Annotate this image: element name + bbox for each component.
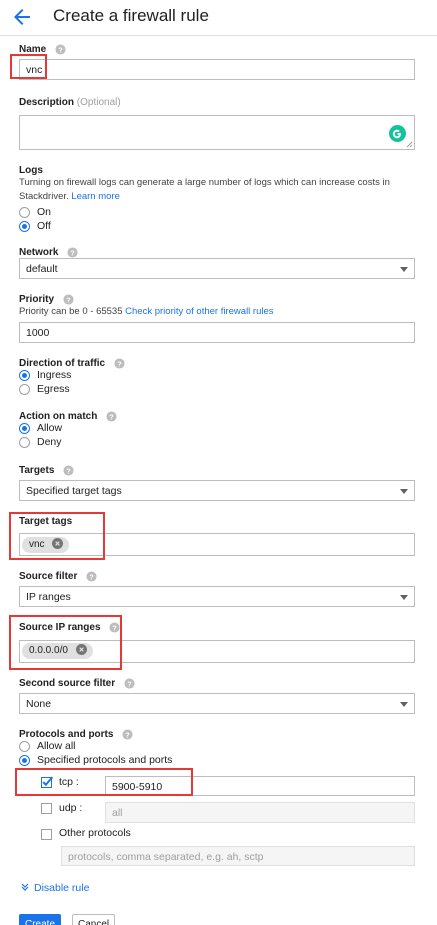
source-filter-label-text: Source filter	[19, 571, 78, 583]
resize-handle-icon[interactable]	[406, 141, 413, 148]
priority-label: Priority ?	[19, 294, 74, 305]
network-label-text: Network	[19, 247, 59, 259]
help-icon[interactable]: ?	[63, 294, 74, 305]
double-chevron-down-icon	[21, 883, 29, 892]
other-protocols-input[interactable]: protocols, comma separated, e.g. ah, sct…	[61, 846, 415, 866]
network-select[interactable]: default	[19, 258, 415, 279]
highlight-tcp	[15, 768, 193, 796]
source-filter-label: Source filter ?	[19, 571, 97, 582]
help-icon[interactable]: ?	[63, 465, 74, 476]
dropdown-caret-icon	[400, 595, 408, 600]
help-icon[interactable]: ?	[67, 247, 78, 258]
help-icon[interactable]: ?	[106, 411, 117, 422]
create-button[interactable]: Create	[19, 914, 62, 925]
disable-rule-toggle[interactable]: Disable rule	[20, 882, 89, 894]
help-icon[interactable]: ?	[114, 358, 125, 369]
second-source-filter-value: None	[26, 698, 52, 710]
dropdown-caret-icon	[400, 489, 408, 494]
priority-hint: Priority can be 0 - 65535 Check priority…	[19, 305, 274, 319]
udp-label: udp :	[59, 802, 83, 814]
priority-input[interactable]: 1000	[19, 322, 415, 343]
radio-button-selected[interactable]	[19, 755, 30, 766]
description-optional: (Optional)	[76, 97, 121, 108]
disable-rule-label: Disable rule	[34, 882, 90, 894]
radio-button-selected[interactable]	[19, 221, 30, 232]
priority-label-text: Priority	[19, 294, 55, 306]
highlight-target-tags	[9, 512, 105, 560]
help-icon[interactable]: ?	[55, 44, 66, 55]
help-icon[interactable]: ?	[124, 678, 135, 689]
name-input[interactable]: vnc	[19, 59, 415, 80]
radio-label: Ingress	[37, 369, 72, 381]
svg-text:?: ?	[125, 730, 130, 739]
description-textarea[interactable]	[19, 115, 415, 150]
svg-text:?: ?	[117, 359, 122, 368]
logs-hint: Turning on firewall logs can generate a …	[19, 176, 429, 204]
radio-label: Deny	[37, 436, 62, 448]
radio-label: Allow	[37, 422, 63, 434]
targets-label-text: Targets	[19, 465, 55, 477]
second-source-filter-select[interactable]: None	[19, 693, 415, 714]
protocols-label-text: Protocols and ports	[19, 729, 114, 741]
targets-select[interactable]: Specified target tags	[19, 480, 415, 501]
action-label: Action on match ?	[19, 411, 117, 422]
dropdown-caret-icon	[400, 702, 408, 707]
learn-more-link[interactable]: Learn more	[71, 191, 120, 202]
page-title: Create a firewall rule	[53, 6, 209, 25]
priority-link[interactable]: Check priority of other firewall rules	[125, 306, 273, 317]
svg-text:?: ?	[109, 412, 114, 421]
logs-label: Logs	[19, 165, 43, 176]
targets-label: Targets ?	[19, 465, 74, 476]
radio-label: On	[37, 206, 52, 218]
other-protocols-checkbox[interactable]	[41, 829, 52, 840]
logs-hint-line1: Turning on firewall logs can generate a …	[19, 177, 390, 188]
logs-hint-line2: Stackdriver.	[19, 191, 69, 202]
cancel-button[interactable]: Cancel	[72, 914, 116, 925]
radio-label: Allow all	[37, 740, 76, 752]
second-source-filter-label-text: Second source filter	[19, 678, 116, 690]
action-label-text: Action on match	[19, 411, 98, 423]
source-filter-select[interactable]: IP ranges	[19, 586, 415, 607]
targets-value: Specified target tags	[26, 485, 122, 497]
second-source-filter-label: Second source filter ?	[19, 678, 135, 689]
protocols-label: Protocols and ports ?	[19, 729, 133, 740]
highlight-source-ip	[9, 615, 122, 670]
grammarly-icon[interactable]	[389, 125, 406, 142]
network-value: default	[26, 263, 58, 275]
help-icon[interactable]: ?	[86, 571, 97, 582]
svg-text:?: ?	[66, 295, 71, 304]
page-header: Create a firewall rule	[0, 0, 437, 36]
svg-text:?: ?	[66, 466, 71, 475]
radio-button-selected[interactable]	[19, 370, 30, 381]
svg-text:?: ?	[89, 572, 94, 581]
svg-text:?: ?	[127, 679, 132, 688]
priority-hint-text: Priority can be 0 - 65535	[19, 306, 123, 317]
direction-label-text: Direction of traffic	[19, 358, 106, 370]
udp-checkbox[interactable]	[41, 803, 52, 814]
radio-button[interactable]	[19, 384, 30, 395]
description-label-text: Description	[19, 97, 75, 108]
direction-label: Direction of traffic ?	[19, 358, 125, 369]
other-protocols-placeholder: protocols, comma separated, e.g. ah, sct…	[68, 851, 264, 863]
svg-text:?: ?	[58, 45, 63, 54]
priority-input-value: 1000	[26, 327, 50, 339]
dropdown-caret-icon	[400, 267, 408, 272]
udp-ports-input[interactable]: all	[105, 802, 415, 823]
back-arrow-icon[interactable]	[10, 5, 34, 29]
radio-button[interactable]	[19, 437, 30, 448]
other-protocols-label: Other protocols	[59, 827, 131, 839]
radio-button[interactable]	[19, 741, 30, 752]
network-label: Network ?	[19, 247, 78, 258]
radio-button[interactable]	[19, 207, 30, 218]
source-filter-value: IP ranges	[26, 591, 71, 603]
help-icon[interactable]: ?	[122, 729, 133, 740]
radio-button-selected[interactable]	[19, 423, 30, 434]
radio-label: Specified protocols and ports	[37, 754, 173, 766]
radio-label: Off	[37, 220, 51, 232]
udp-ports-placeholder: all	[112, 807, 123, 819]
svg-text:?: ?	[70, 248, 75, 257]
description-label: Description (Optional)	[19, 97, 121, 108]
radio-label: Egress	[37, 383, 70, 395]
highlight-name	[10, 54, 47, 79]
